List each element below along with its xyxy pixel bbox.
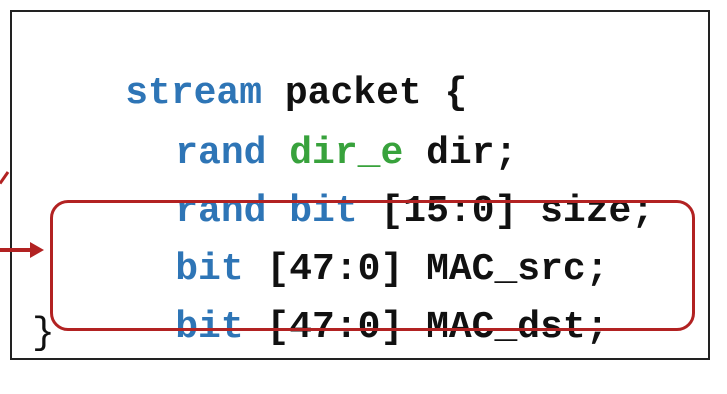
- highlight-box: [50, 200, 695, 331]
- arrow-line-stub: [0, 171, 10, 185]
- code-snippet-box: stream packet { rand dir_e dir; rand bit…: [10, 10, 710, 360]
- arrow-icon: [0, 242, 44, 258]
